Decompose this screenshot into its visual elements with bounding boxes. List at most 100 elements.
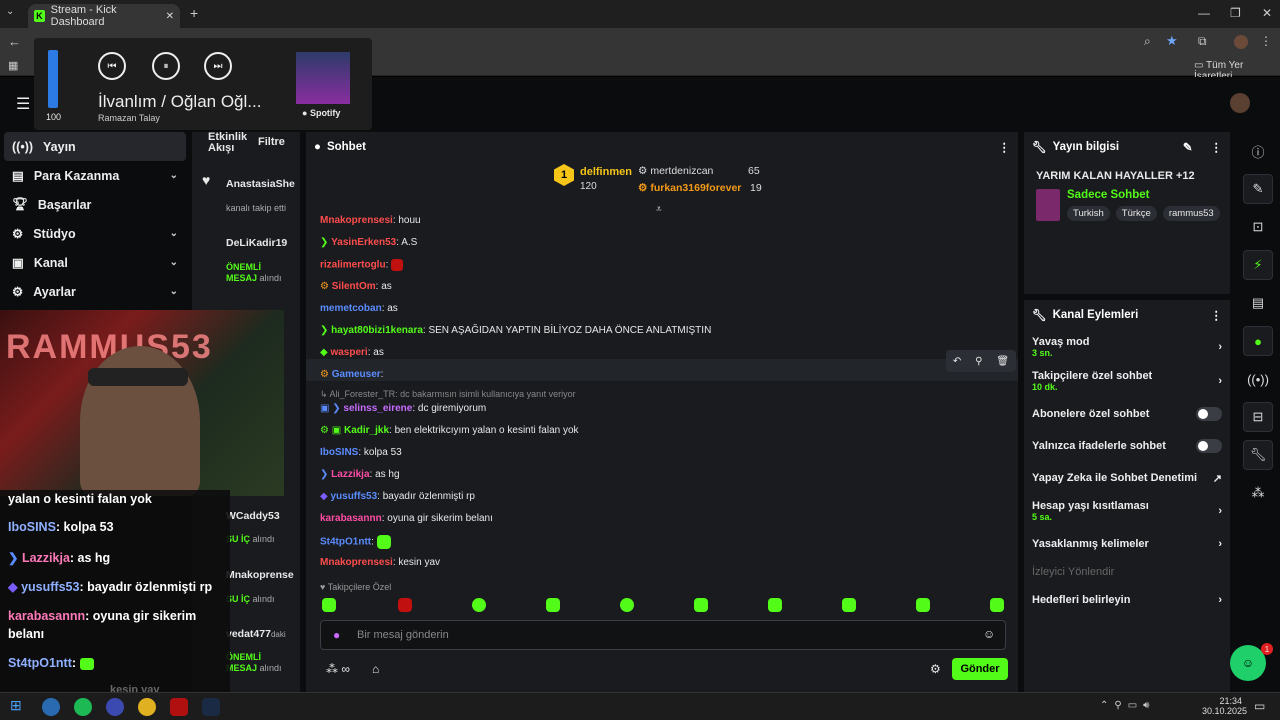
emote-icon[interactable] [990,598,1004,612]
emote-icon[interactable] [916,598,930,612]
chat-bubble-icon[interactable]: ● [1243,326,1273,356]
broadcast-icon[interactable]: ((•)) [1243,364,1273,394]
nav-item-ayarlar[interactable]: ⚙ Ayarlar ⌄ [4,277,186,306]
channel-actions-header: 🔧︎ Kanal Eylemleri ⋮ [1032,308,1223,322]
pause-icon[interactable]: ⏸︎ [152,52,180,80]
ai-moderation-action[interactable]: Yapay Zeka ile Sohbet Denetimi ↗ [1024,462,1230,494]
capture-icon[interactable]: ⊡ [1243,212,1273,242]
overlay-chat-line: karabasannn: oyuna gir sikerim [8,609,197,623]
volume-slider[interactable] [48,50,58,108]
send-button[interactable]: Gönder [952,658,1008,680]
info-menu-icon[interactable]: ⋮ [1211,140,1223,154]
nav-item-studyo[interactable]: ⚙ Stüdyo ⌄ [4,219,186,248]
next-track-icon[interactable]: ⏭︎ [204,52,232,80]
bookmark-star-icon[interactable]: ★ [1166,33,1178,49]
gift-icon[interactable]: ⁂ ∞ [326,662,350,676]
emote-only-toggle[interactable] [1196,439,1222,453]
chat-settings-icon[interactable]: ⚙ [930,662,941,676]
notifications-icon[interactable]: ▭ [1254,699,1265,713]
microphone-icon[interactable]: ● [333,628,340,642]
collapse-icon[interactable]: ⩡ [656,204,662,215]
emote-icon[interactable] [472,598,486,612]
system-tray[interactable]: ⌃⚲▭🔊︎ [1100,700,1155,711]
zoom-icon[interactable]: ⌕ [1144,34,1151,49]
hamburger-menu-icon[interactable]: ☰ [16,94,30,114]
event-user[interactable]: AnastasiaShe [226,178,296,190]
clock[interactable]: 21:34 30.10.2025 [1202,696,1247,716]
extensions-icon[interactable]: ⧉ [1198,34,1207,49]
connections-icon[interactable]: ⁂ [1243,478,1273,508]
new-tab-icon[interactable]: + [190,5,198,21]
emote-icon[interactable] [694,598,708,612]
event-user[interactable]: Mnakoprense [226,569,296,581]
edit-icon[interactable]: ✎ [1183,140,1193,154]
delete-icon[interactable]: 🗑︎ [996,356,1009,367]
chevron-down-icon: ⌄ [169,170,178,181]
info-icon[interactable]: ⓘ [1243,136,1273,166]
subscribers-only-action[interactable]: Abonelere özel sohbet [1024,398,1230,430]
emote-icon[interactable] [620,598,634,612]
apps-grid-icon[interactable]: ▦ [8,59,18,72]
chat-message: ◆ yusuffs53: bayadır özlenmişti rp [320,491,475,502]
tag[interactable]: Türkçe [1115,206,1157,221]
followers-only-action[interactable]: Takipçilere özel sohbet 10 dk. › [1024,364,1230,398]
tag[interactable]: Turkish [1067,206,1110,221]
slow-mode-action[interactable]: Yavaş mod 3 sn. › [1024,330,1230,364]
emote-icon[interactable] [768,598,782,612]
user-avatar[interactable] [1230,93,1250,113]
second-gifter[interactable]: ⚙ mertdenizcan [638,165,713,177]
nav-item-basarilar[interactable]: 🏆︎ Başarılar [4,190,186,219]
emote-icon[interactable] [398,598,412,612]
close-tab-icon[interactable]: ✕ [166,11,174,22]
emote-only-action[interactable]: Yalnızca ifadelerle sohbet [1024,430,1230,462]
app-icon[interactable] [170,698,188,716]
event-user[interactable]: WCaddy53 [226,510,280,522]
tab-search-icon[interactable]: ⌄ [6,6,14,17]
pin-icon[interactable]: ⚲ [975,356,982,367]
actions-menu-icon[interactable]: ⋮ [1211,308,1223,322]
wrench-icon[interactable]: 🔧︎ [1243,440,1273,470]
chevron-down-icon: ⌄ [169,228,178,239]
minimize-icon[interactable]: — [1198,6,1210,20]
browser-menu-icon[interactable]: ⋮ [1260,34,1272,48]
emote-icon[interactable] [842,598,856,612]
subscribers-only-toggle[interactable] [1196,407,1222,421]
reply-icon[interactable]: ↶ [953,356,961,367]
previous-track-icon[interactable]: ⏮︎ [98,52,126,80]
nav-item-para-kazanma[interactable]: ▤ Para Kazanma ⌄ [4,161,186,190]
top-gifter-name[interactable]: delfinmen [580,166,632,178]
close-window-icon[interactable]: ✕ [1262,6,1272,20]
chat-menu-icon[interactable]: ⋮ [999,140,1011,154]
document-icon[interactable]: ▤ [1243,288,1273,318]
emoji-icon[interactable]: ☺ [983,627,995,641]
nav-item-yayin[interactable]: ((•)) Yayın [4,132,186,161]
filter-button[interactable]: Filtre [258,136,285,148]
emote-icon[interactable] [322,598,336,612]
goals-action[interactable]: Hedefleri belirleyin › [1024,584,1230,616]
back-icon[interactable]: ← [8,34,21,49]
profile-avatar[interactable] [1234,35,1248,49]
store-icon[interactable]: ⌂ [372,662,379,676]
chrome-icon[interactable] [138,698,156,716]
chat-input[interactable]: ● Bir mesaj gönderin ☺ [320,620,1006,650]
lightning-icon[interactable]: ⚡︎ [1243,250,1273,280]
chat-message[interactable]: ⚙ Gameuser: [320,369,383,380]
banned-words-action[interactable]: Yasaklanmış kelimeler › [1024,528,1230,560]
event-user[interactable]: DeLiKadir19 [226,237,296,249]
tag[interactable]: rammus53 [1162,206,1220,221]
browser-tab[interactable]: K Stream - Kick Dashboard ✕ [28,4,180,28]
account-age-action[interactable]: Hesap yaşı kısıtlaması 5 sa. › [1024,494,1230,528]
edit-stream-icon[interactable]: ✎ [1243,174,1273,204]
spotify-icon[interactable] [74,698,92,716]
windows-start-icon[interactable]: ⊞ [10,697,22,714]
third-gifter[interactable]: ⚙ furkan3169forever [638,182,741,194]
restore-icon[interactable]: ❐ [1230,6,1241,20]
event-user[interactable]: vedat477daki [226,628,286,640]
category-name[interactable]: Sadece Sohbet [1067,189,1149,201]
steam-icon[interactable] [202,698,220,716]
emote-icon[interactable] [546,598,560,612]
layout-icon[interactable]: ⊟ [1243,402,1273,432]
app-icon[interactable] [42,698,60,716]
discord-icon[interactable] [106,698,124,716]
nav-item-kanal[interactable]: ▣ Kanal ⌄ [4,248,186,277]
